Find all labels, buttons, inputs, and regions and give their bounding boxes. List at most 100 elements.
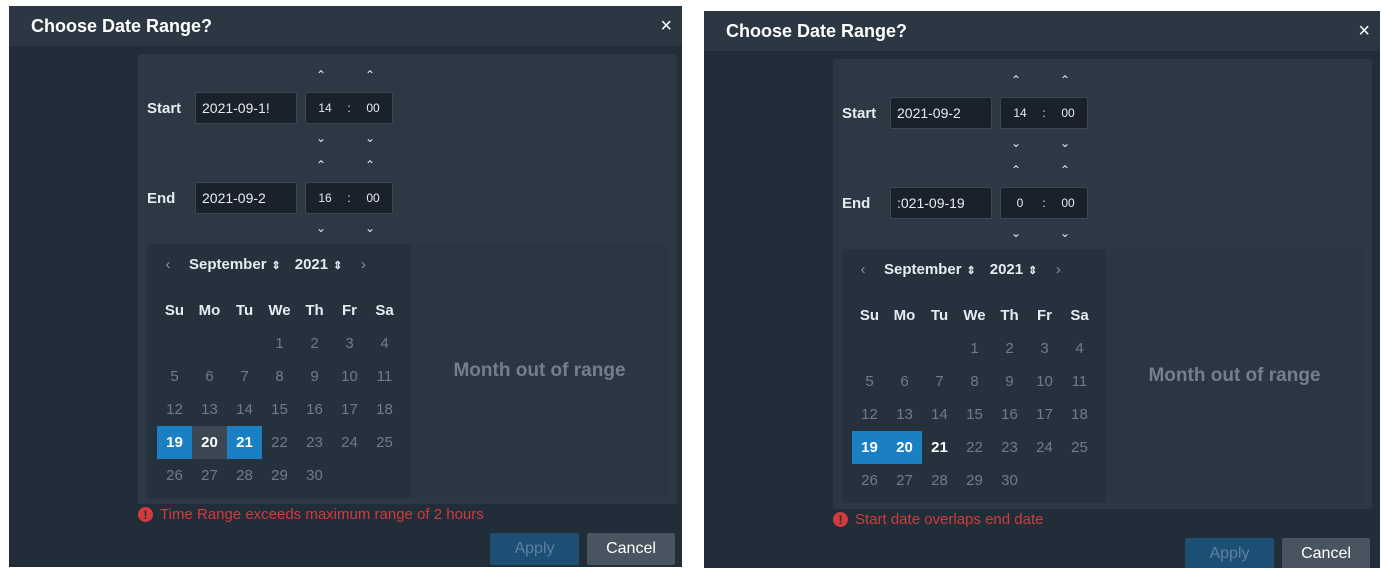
calendar-day[interactable]: 29 bbox=[262, 459, 297, 492]
calendar-day[interactable]: 11 bbox=[367, 360, 402, 393]
calendar-day[interactable]: 18 bbox=[367, 393, 402, 426]
start-hour-up-icon[interactable]: ⌃ bbox=[311, 68, 331, 82]
start-time-input[interactable]: 14 : 00 bbox=[1000, 97, 1088, 129]
calendar-day[interactable]: 24 bbox=[1027, 431, 1062, 464]
calendar-day[interactable]: 7 bbox=[922, 365, 957, 398]
start-hour-down-icon[interactable]: ⌄ bbox=[1006, 136, 1026, 150]
calendar-day[interactable]: 18 bbox=[1062, 398, 1097, 431]
calendar-day[interactable]: 5 bbox=[852, 365, 887, 398]
year-select[interactable]: 2021 ⇕ bbox=[295, 256, 343, 273]
calendar-day[interactable]: 8 bbox=[262, 360, 297, 393]
next-month-icon[interactable]: › bbox=[1037, 261, 1079, 278]
calendar-day[interactable]: 14 bbox=[227, 393, 262, 426]
calendar-day[interactable]: 12 bbox=[852, 398, 887, 431]
prev-month-icon[interactable]: ‹ bbox=[842, 261, 884, 278]
calendar-day[interactable]: 16 bbox=[297, 393, 332, 426]
calendar-day[interactable]: 26 bbox=[157, 459, 192, 492]
calendar-day[interactable]: 2 bbox=[297, 327, 332, 360]
calendar-day[interactable]: 23 bbox=[297, 426, 332, 459]
calendar-day[interactable]: 25 bbox=[367, 426, 402, 459]
cancel-button[interactable]: Cancel bbox=[587, 533, 675, 565]
start-minute-up-icon[interactable]: ⌃ bbox=[360, 68, 380, 82]
calendar-day[interactable]: 19 bbox=[852, 431, 887, 464]
end-minute-down-icon[interactable]: ⌄ bbox=[360, 221, 380, 235]
calendar-day[interactable]: 26 bbox=[852, 464, 887, 497]
end-minute-up-icon[interactable]: ⌃ bbox=[1055, 163, 1075, 177]
calendar-day[interactable]: 9 bbox=[992, 365, 1027, 398]
end-minute-down-icon[interactable]: ⌄ bbox=[1055, 226, 1075, 240]
calendar-day[interactable]: 11 bbox=[1062, 365, 1097, 398]
calendar-day[interactable]: 16 bbox=[992, 398, 1027, 431]
end-time-input[interactable]: 16 : 00 bbox=[305, 182, 393, 214]
calendar-day[interactable]: 23 bbox=[992, 431, 1027, 464]
calendar-day[interactable]: 4 bbox=[1062, 332, 1097, 365]
calendar-day[interactable]: 29 bbox=[957, 464, 992, 497]
end-date-input[interactable]: :021-09-19 bbox=[890, 187, 992, 219]
calendar-day[interactable]: 27 bbox=[192, 459, 227, 492]
start-date-input[interactable]: 2021-09-1! bbox=[195, 92, 297, 124]
calendar-day[interactable]: 1 bbox=[262, 327, 297, 360]
calendar-day[interactable]: 20 bbox=[192, 426, 227, 459]
calendar-day[interactable]: 2 bbox=[992, 332, 1027, 365]
calendar-day[interactable]: 20 bbox=[887, 431, 922, 464]
month-select[interactable]: September ⇕ bbox=[884, 261, 976, 278]
calendar-day[interactable]: 4 bbox=[367, 327, 402, 360]
calendar-day[interactable]: 24 bbox=[332, 426, 367, 459]
cancel-button[interactable]: Cancel bbox=[1282, 538, 1370, 568]
calendar-day[interactable]: 30 bbox=[297, 459, 332, 492]
calendar-day[interactable]: 17 bbox=[332, 393, 367, 426]
end-hour-up-icon[interactable]: ⌃ bbox=[311, 158, 331, 172]
calendar-day[interactable]: 6 bbox=[192, 360, 227, 393]
calendar-day[interactable]: 7 bbox=[227, 360, 262, 393]
calendar-day[interactable]: 9 bbox=[297, 360, 332, 393]
calendar-day[interactable]: 21 bbox=[922, 431, 957, 464]
start-hour[interactable]: 14 bbox=[306, 101, 344, 115]
close-icon[interactable]: × bbox=[660, 15, 672, 38]
calendar-day[interactable]: 28 bbox=[227, 459, 262, 492]
start-hour-up-icon[interactable]: ⌃ bbox=[1006, 73, 1026, 87]
end-hour-up-icon[interactable]: ⌃ bbox=[1006, 163, 1026, 177]
calendar-day[interactable]: 12 bbox=[157, 393, 192, 426]
calendar-day[interactable]: 10 bbox=[332, 360, 367, 393]
end-minute[interactable]: 00 bbox=[1049, 196, 1087, 210]
month-select[interactable]: September ⇕ bbox=[189, 256, 281, 273]
end-minute[interactable]: 00 bbox=[354, 191, 392, 205]
end-date-input[interactable]: 2021-09-2 bbox=[195, 182, 297, 214]
start-time-input[interactable]: 14 : 00 bbox=[305, 92, 393, 124]
calendar-day[interactable]: 17 bbox=[1027, 398, 1062, 431]
calendar-day[interactable]: 21 bbox=[227, 426, 262, 459]
calendar-day[interactable]: 27 bbox=[887, 464, 922, 497]
calendar-day[interactable]: 22 bbox=[957, 431, 992, 464]
start-minute[interactable]: 00 bbox=[1049, 106, 1087, 120]
end-hour-down-icon[interactable]: ⌄ bbox=[1006, 226, 1026, 240]
close-icon[interactable]: × bbox=[1358, 20, 1370, 43]
start-minute[interactable]: 00 bbox=[354, 101, 392, 115]
calendar-day[interactable]: 14 bbox=[922, 398, 957, 431]
year-select[interactable]: 2021 ⇕ bbox=[990, 261, 1038, 278]
calendar-day[interactable]: 28 bbox=[922, 464, 957, 497]
calendar-day[interactable]: 3 bbox=[332, 327, 367, 360]
calendar-day[interactable]: 30 bbox=[992, 464, 1027, 497]
prev-month-icon[interactable]: ‹ bbox=[147, 256, 189, 273]
calendar-day[interactable]: 5 bbox=[157, 360, 192, 393]
start-hour-down-icon[interactable]: ⌄ bbox=[311, 131, 331, 145]
calendar-day[interactable]: 6 bbox=[887, 365, 922, 398]
next-month-icon[interactable]: › bbox=[342, 256, 384, 273]
end-minute-up-icon[interactable]: ⌃ bbox=[360, 158, 380, 172]
calendar-day[interactable]: 22 bbox=[262, 426, 297, 459]
end-hour[interactable]: 16 bbox=[306, 191, 344, 205]
calendar-day[interactable]: 19 bbox=[157, 426, 192, 459]
start-hour[interactable]: 14 bbox=[1001, 106, 1039, 120]
calendar-day[interactable]: 13 bbox=[887, 398, 922, 431]
end-hour-down-icon[interactable]: ⌄ bbox=[311, 221, 331, 235]
calendar-day[interactable]: 8 bbox=[957, 365, 992, 398]
calendar-day[interactable]: 3 bbox=[1027, 332, 1062, 365]
calendar-day[interactable]: 15 bbox=[262, 393, 297, 426]
calendar-day[interactable]: 1 bbox=[957, 332, 992, 365]
apply-button[interactable]: Apply bbox=[1185, 538, 1274, 568]
start-date-input[interactable]: 2021-09-2 bbox=[890, 97, 992, 129]
calendar-day[interactable]: 10 bbox=[1027, 365, 1062, 398]
calendar-day[interactable]: 13 bbox=[192, 393, 227, 426]
start-minute-down-icon[interactable]: ⌄ bbox=[360, 131, 380, 145]
calendar-day[interactable]: 25 bbox=[1062, 431, 1097, 464]
